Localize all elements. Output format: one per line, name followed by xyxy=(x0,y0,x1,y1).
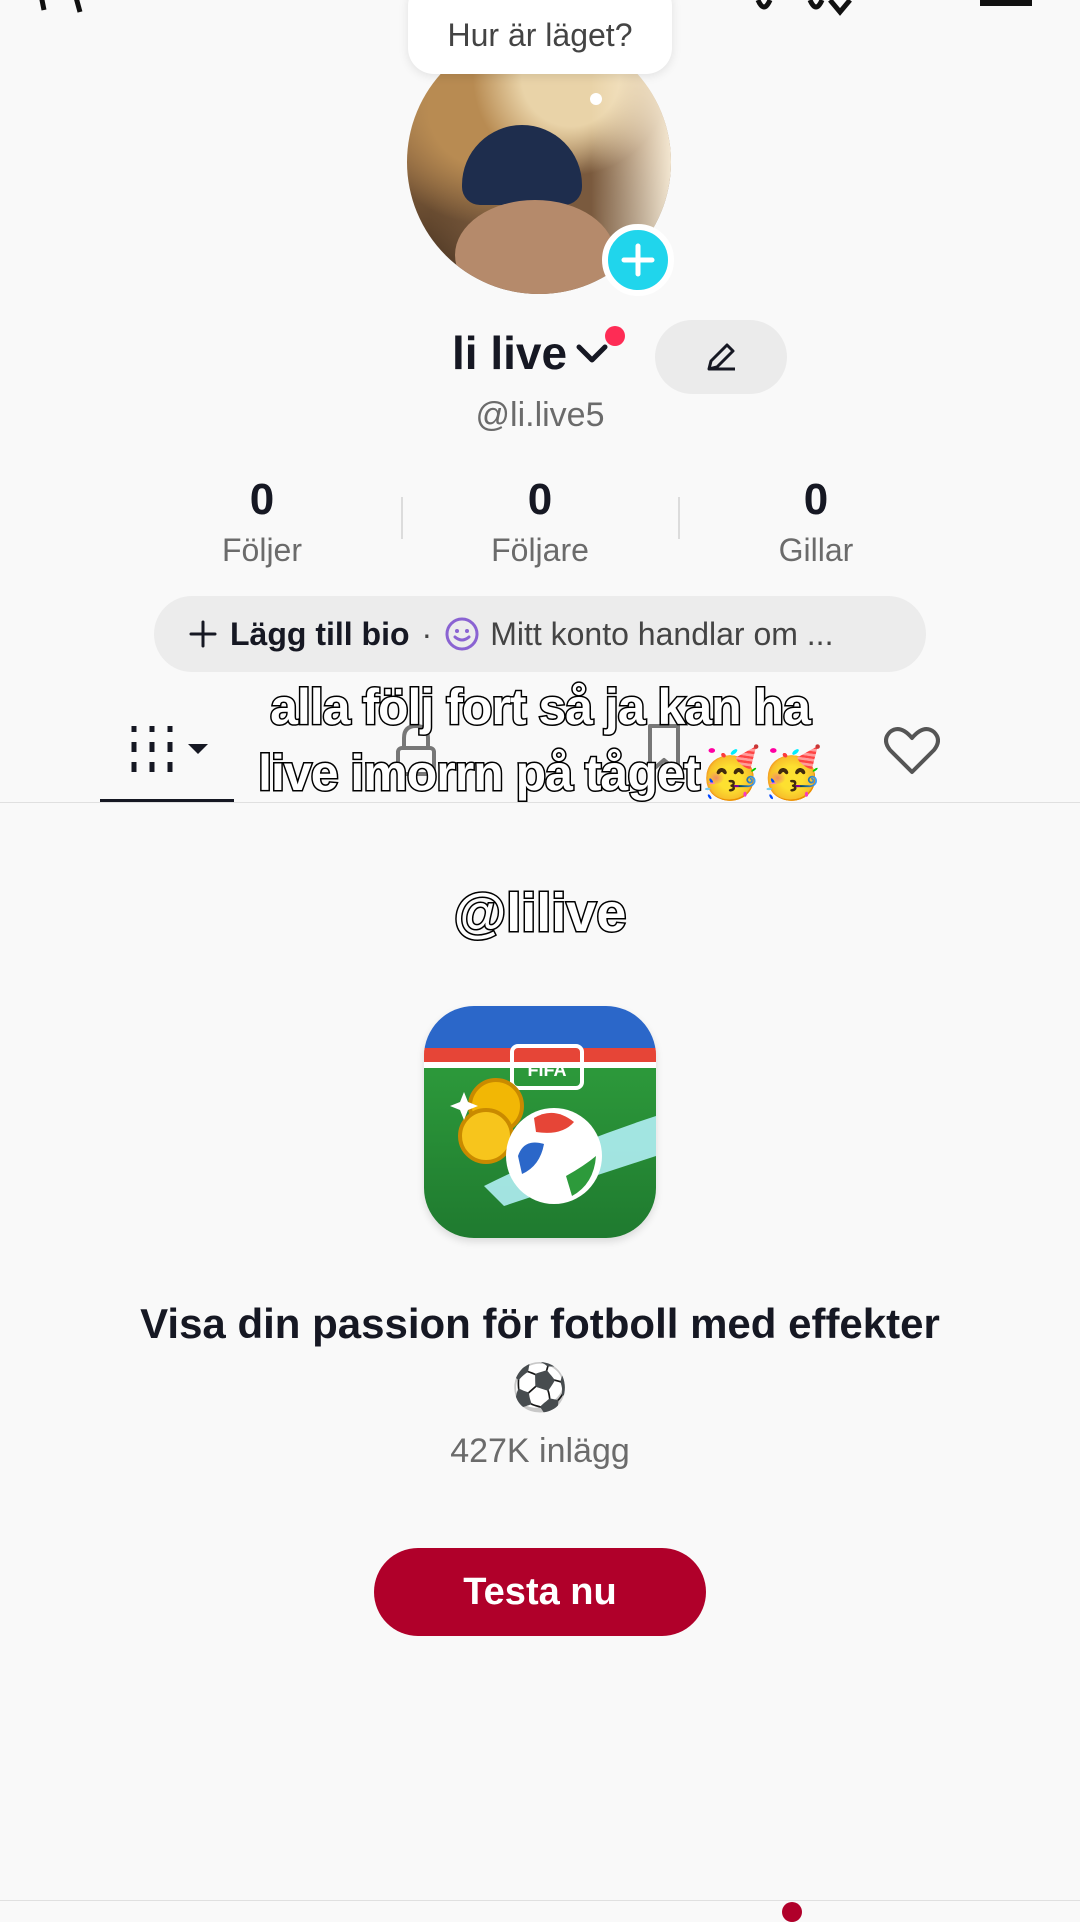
status-bubble[interactable]: Hur är läget? xyxy=(408,0,672,74)
notification-dot xyxy=(605,326,625,346)
stat-value: 0 xyxy=(527,475,553,524)
status-bar-icons-fragment xyxy=(750,0,930,23)
video-tag-overlay: @lilive xyxy=(452,882,628,945)
plus-icon xyxy=(189,620,217,648)
inbox-notification-dot xyxy=(782,1902,802,1922)
add-story-button[interactable] xyxy=(602,224,674,296)
add-bio-button[interactable]: Lägg till bio · Mitt konto handlar om ..… xyxy=(154,596,926,672)
bubble-tail xyxy=(590,93,602,105)
stat-value: 0 xyxy=(803,475,829,524)
stat-value: 0 xyxy=(249,475,275,524)
smiley-icon xyxy=(445,617,479,651)
plus-icon xyxy=(621,243,655,277)
stat-divider xyxy=(401,497,403,539)
effect-app-icon[interactable]: FIFA xyxy=(424,1006,656,1238)
status-bar-time-fragment xyxy=(34,0,104,25)
chevron-down-icon xyxy=(576,344,608,363)
edit-profile-button[interactable] xyxy=(655,320,787,394)
fifa-label: FIFA xyxy=(528,1060,567,1080)
bio-separator: · xyxy=(421,615,433,652)
menu-icon[interactable] xyxy=(980,0,1032,6)
profile-name: li live xyxy=(452,327,568,379)
try-now-button[interactable]: Testa nu xyxy=(374,1548,706,1636)
bottom-nav-divider xyxy=(0,1900,1080,1901)
effect-post-count: 427K inlägg xyxy=(450,1432,630,1470)
video-caption-line-2: live imorrn på tåget🥳🥳 xyxy=(257,744,825,803)
stat-label: Följer xyxy=(221,532,302,568)
stat-label: Följare xyxy=(491,532,589,568)
stat-following[interactable]: 0 Följer xyxy=(142,472,382,572)
pencil-icon xyxy=(707,343,735,371)
stat-label: Gillar xyxy=(778,532,854,568)
status-bubble-text: Hur är läget? xyxy=(447,17,633,53)
profile-handle: @li.live5 xyxy=(475,396,605,434)
video-caption-line-1: alla följ fort så ja kan ha xyxy=(269,678,813,737)
stat-followers[interactable]: 0 Följare xyxy=(420,472,660,572)
profile-name-switcher[interactable]: li live xyxy=(452,326,609,380)
soccer-ball-icon: ⚽ xyxy=(511,1361,569,1413)
stat-divider xyxy=(678,497,680,539)
add-bio-label: Lägg till bio xyxy=(230,615,410,652)
effect-title: Visa din passion för fotboll med effekte… xyxy=(140,1300,940,1347)
bio-suggestion: Mitt konto handlar om ... xyxy=(490,615,834,652)
stat-likes[interactable]: 0 Gillar xyxy=(696,472,936,572)
